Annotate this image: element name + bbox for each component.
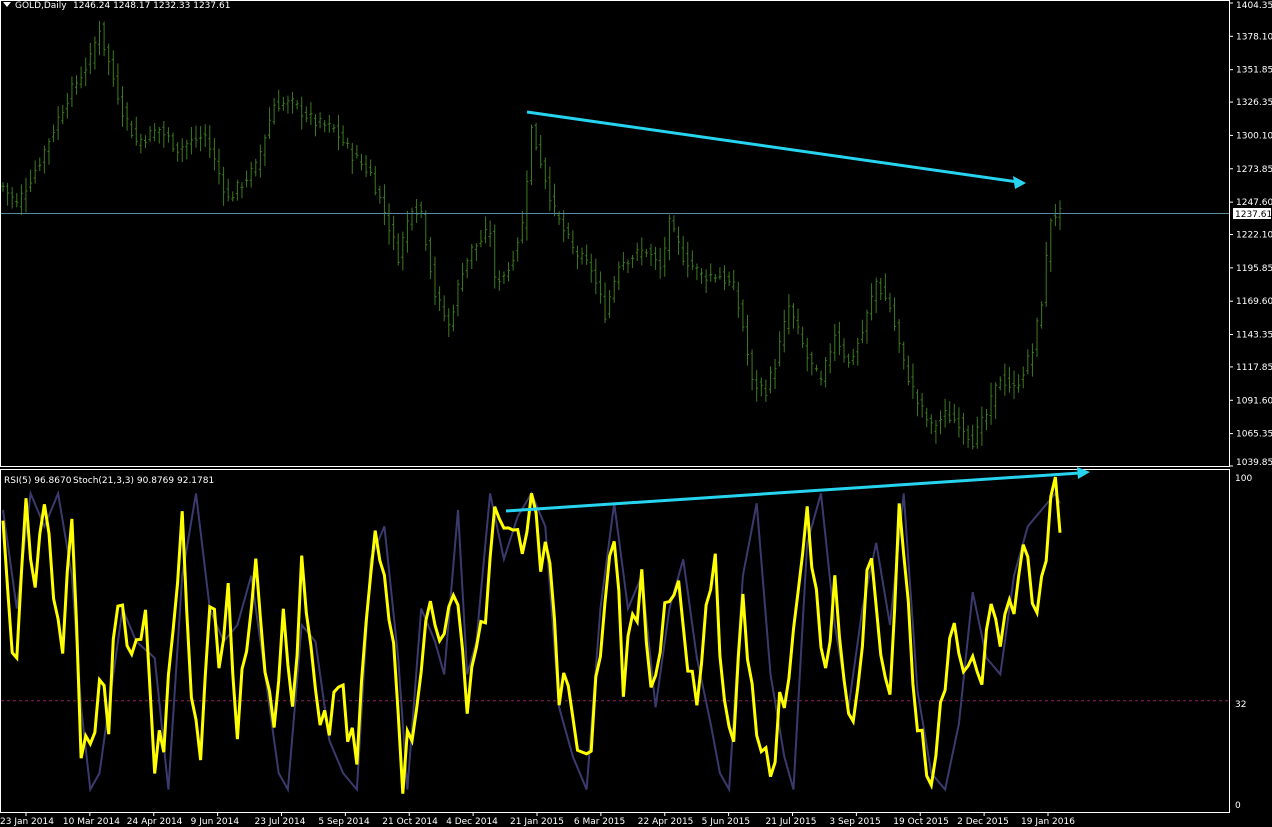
symbol-timeframe: GOLD,Daily	[15, 1, 67, 11]
date-axis-label: 10 Mar 2014	[63, 817, 120, 827]
date-axis-label: 21 Jan 2015	[510, 817, 564, 827]
date-axis-label: 2 Dec 2015	[957, 817, 1009, 827]
date-axis-label: 19 Oct 2015	[893, 817, 949, 827]
price-axis-label: 1326.35	[1236, 98, 1272, 108]
price-axis-label: 1404.35	[1236, 1, 1272, 11]
date-axis-label: 4 Dec 2014	[446, 817, 498, 827]
price-axis-label: 1378.10	[1236, 32, 1272, 42]
date-axis-label: 23 Jan 2014	[0, 817, 54, 827]
date-axis-label: 6 Mar 2015	[574, 817, 625, 827]
sub-axis-top: 100	[1235, 474, 1252, 484]
ohlc-readout: 1246.24 1248.17 1232.33 1237.61	[73, 1, 230, 11]
price-axis-label: 1300.10	[1236, 131, 1272, 141]
sub-axis-bottom: 0	[1235, 801, 1241, 811]
price-axis-label: 1273.85	[1236, 165, 1272, 175]
rsi-label: RSI(5) 96.8670	[4, 476, 72, 486]
date-axis-label: 9 Jun 2014	[191, 817, 240, 827]
price-axis-label: 1117.85	[1236, 363, 1272, 373]
date-axis-label: 24 Apr 2014	[127, 817, 183, 827]
price-axis-label: 1039.85	[1236, 458, 1272, 468]
price-axis-label: 1351.85	[1236, 66, 1272, 76]
price-axis-label: 1247.60	[1236, 198, 1272, 208]
price-axis-label: 1065.35	[1236, 430, 1272, 440]
date-axis-label: 22 Apr 2015	[638, 817, 694, 827]
stoch-label: Stoch(21,3,3) 90.8769 92.1781	[73, 476, 214, 486]
date-axis-label: 5 Jun 2015	[702, 817, 750, 827]
price-axis: 1404.35 1378.10 1351.85 1326.35 1300.10 1273.…	[1229, 1, 1272, 468]
date-axis-label: 3 Sep 2015	[829, 817, 880, 827]
date-axis-label: 21 Jul 2015	[766, 817, 817, 827]
trading-chart[interactable]: GOLD,Daily 1246.24 1248.17 1232.33 1237.…	[0, 0, 1272, 827]
date-axis-label: 23 Jul 2014	[255, 817, 306, 827]
current-price-tag: 1237.61	[1233, 208, 1272, 220]
sub-axis-level: 32	[1235, 700, 1246, 710]
price-axis-label: 1222.10	[1236, 231, 1272, 241]
date-axis-label: 5 Sep 2014	[318, 817, 370, 827]
price-axis-label: 1091.60	[1236, 396, 1272, 406]
price-axis-label: 1169.60	[1236, 297, 1272, 307]
price-axis-label: 1143.35	[1236, 331, 1272, 341]
price-axis-label: 1195.85	[1236, 264, 1272, 274]
date-axis-label: 19 Jan 2016	[1021, 817, 1075, 827]
date-axis-label: 21 Oct 2014	[382, 817, 438, 827]
current-price-label: 1237.61	[1235, 210, 1272, 220]
